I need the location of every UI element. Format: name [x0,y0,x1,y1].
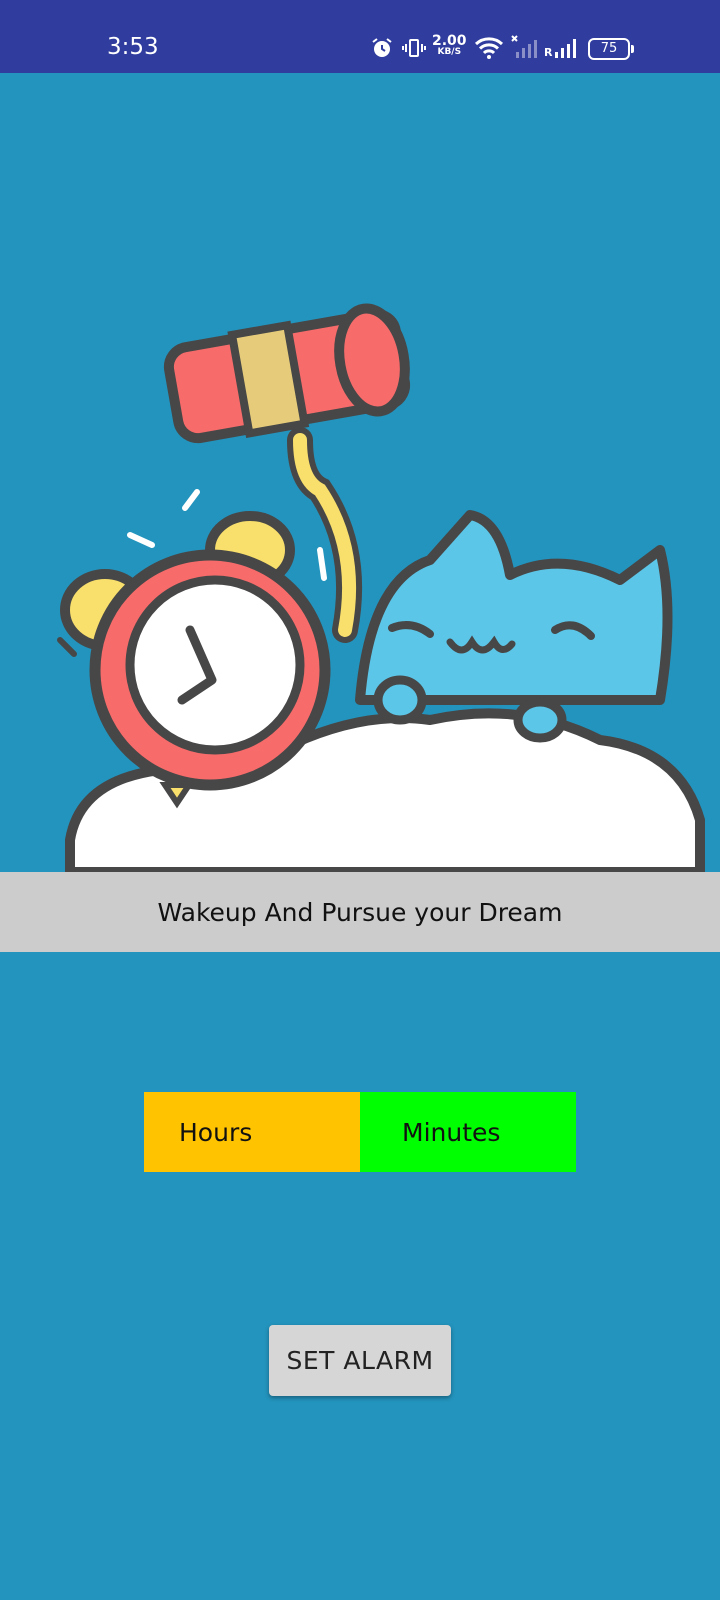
hours-input[interactable]: Hours [144,1092,360,1172]
hours-placeholder: Hours [179,1117,253,1147]
minutes-placeholder: Minutes [402,1117,501,1147]
cat-body [355,510,673,705]
status-bar: 3:53 2.00 KB/S R 75 [0,0,720,73]
sleeping-cat-alarm-illustration [57,303,705,877]
net-speed: 2.00 KB/S [432,34,467,57]
hero-illustration [0,280,720,877]
net-speed-value: 2.00 [432,33,467,49]
battery-tip [631,45,634,53]
motion-mark-3 [317,547,327,581]
set-alarm-button[interactable]: SET ALARM [269,1325,451,1396]
wifi-icon [474,37,504,59]
motion-mark-2 [127,489,200,548]
battery-icon: 75 [588,38,630,60]
motto-text: Wakeup And Pursue your Dream [157,897,563,927]
roaming-label: R [544,46,553,59]
net-speed-unit: KB/S [437,47,462,57]
minutes-input[interactable]: Minutes [360,1092,576,1172]
signal-off-icon [511,35,537,58]
status-time: 3:53 [107,34,159,60]
clock-face [125,575,305,755]
alarm-icon [372,38,392,57]
hammer-band [227,320,310,439]
motto-bar: Wakeup And Pursue your Dream [0,872,720,952]
cat-paw-right [513,697,567,743]
cat-paw-left [373,675,427,725]
signal-icon [555,39,576,58]
status-icons: 2.00 KB/S R 75 [370,34,660,64]
vibrate-icon [402,39,426,57]
